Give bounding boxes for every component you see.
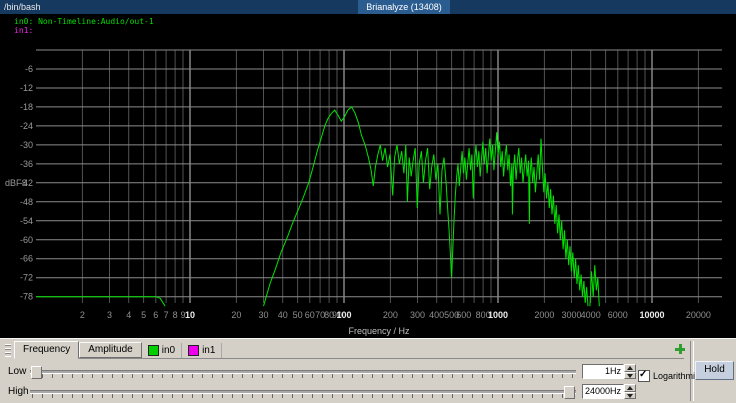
titlebar: /bin/bash Brianalyze (13408)	[0, 0, 736, 14]
background-window-title: /bin/bash	[4, 0, 41, 14]
low-slider-ticks	[32, 374, 574, 378]
svg-text:200: 200	[383, 310, 398, 320]
tab-bar: Frequency Amplitude in0 in1	[14, 341, 684, 359]
svg-text:300: 300	[410, 310, 425, 320]
svg-text:30: 30	[258, 310, 268, 320]
logarithmic-checkbox[interactable]	[638, 370, 650, 382]
high-spin-buttons	[624, 384, 636, 399]
svg-text:400: 400	[429, 310, 444, 320]
svg-text:60: 60	[305, 310, 315, 320]
svg-text:-24: -24	[20, 121, 33, 131]
high-slider-ticks	[32, 394, 574, 398]
svg-text:-72: -72	[20, 273, 33, 283]
svg-text:1000: 1000	[488, 310, 508, 320]
legend-in1-label: in1	[202, 345, 215, 356]
svg-text:-54: -54	[20, 216, 33, 226]
svg-text:Frequency / Hz: Frequency / Hz	[348, 326, 410, 336]
control-panel: Frequency Amplitude in0 in1 Low	[0, 338, 736, 403]
brianalyze-window: /bin/bash Brianalyze (13408) -6 -12 -18 -24…	[0, 0, 736, 403]
svg-text:-6: -6	[25, 64, 33, 74]
spectrum-plot-area: -6-12-18-24-30-36-42-48-54-60-66-72-7823…	[0, 14, 736, 338]
svg-text:-78: -78	[20, 292, 33, 302]
low-label: Low	[8, 366, 26, 377]
high-label: High	[8, 386, 29, 397]
svg-text:4000: 4000	[581, 310, 601, 320]
svg-text:4: 4	[126, 310, 131, 320]
high-slider-thumb[interactable]	[564, 386, 575, 399]
svg-text:600: 600	[456, 310, 471, 320]
plus-icon-bar	[679, 344, 682, 354]
svg-text:3000: 3000	[561, 310, 581, 320]
svg-text:-36: -36	[20, 159, 33, 169]
svg-text:100: 100	[336, 310, 351, 320]
window-title: Brianalyze (13408)	[358, 0, 450, 14]
low-frequency-row: Low 1Hz	[0, 363, 690, 381]
svg-text:-48: -48	[20, 197, 33, 207]
svg-text:7: 7	[164, 310, 169, 320]
in1-color-swatch	[188, 345, 199, 356]
low-increment-button[interactable]	[624, 364, 636, 372]
high-spinbox: 24000Hz	[582, 384, 636, 399]
legend-in0-label: in0	[162, 345, 175, 356]
svg-text:40: 40	[278, 310, 288, 320]
panel-grip[interactable]	[5, 344, 11, 357]
svg-text:10: 10	[185, 310, 195, 320]
svg-text:10000: 10000	[639, 310, 664, 320]
hold-button[interactable]: Hold	[695, 361, 734, 380]
low-value-input[interactable]: 1Hz	[582, 364, 624, 379]
high-frequency-row: High 24000Hz	[0, 383, 690, 401]
svg-text:20: 20	[231, 310, 241, 320]
svg-text:-30: -30	[20, 140, 33, 150]
high-increment-button[interactable]	[624, 384, 636, 392]
logarithmic-label: Logarithmic	[653, 371, 700, 381]
svg-text:6000: 6000	[608, 310, 628, 320]
svg-text:-12: -12	[20, 83, 33, 93]
low-slider-thumb[interactable]	[31, 366, 42, 379]
svg-text:-66: -66	[20, 254, 33, 264]
low-spinbox: 1Hz	[582, 364, 636, 379]
input1-connection-label: in1:	[14, 26, 33, 35]
svg-text:3: 3	[107, 310, 112, 320]
high-slider[interactable]	[30, 384, 576, 399]
svg-text:50: 50	[293, 310, 303, 320]
svg-text:6: 6	[153, 310, 158, 320]
svg-text:5: 5	[141, 310, 146, 320]
legend-in1[interactable]: in1	[182, 343, 222, 358]
svg-text:8: 8	[173, 310, 178, 320]
svg-text:dBFS: dBFS	[5, 178, 28, 188]
tab-amplitude[interactable]: Amplitude	[79, 342, 141, 358]
high-decrement-button[interactable]	[624, 392, 636, 400]
low-slider[interactable]	[30, 364, 576, 379]
legend-in0[interactable]: in0	[142, 343, 182, 358]
high-value-input[interactable]: 24000Hz	[582, 384, 624, 399]
add-input-icon[interactable]	[675, 344, 685, 354]
spectrum-plot: -6-12-18-24-30-36-42-48-54-60-66-72-7823…	[0, 14, 736, 338]
tab-frequency[interactable]: Frequency	[14, 341, 79, 359]
svg-text:20000: 20000	[686, 310, 711, 320]
low-decrement-button[interactable]	[624, 372, 636, 380]
svg-text:2000: 2000	[534, 310, 554, 320]
svg-text:-18: -18	[20, 102, 33, 112]
svg-text:2: 2	[80, 310, 85, 320]
low-spin-buttons	[624, 364, 636, 379]
logarithmic-option: Logarithmic	[638, 370, 700, 382]
input0-connection-label: in0: Non-Timeline:Audio/out-1	[14, 17, 154, 26]
in0-color-swatch	[148, 345, 159, 356]
svg-text:-60: -60	[20, 235, 33, 245]
